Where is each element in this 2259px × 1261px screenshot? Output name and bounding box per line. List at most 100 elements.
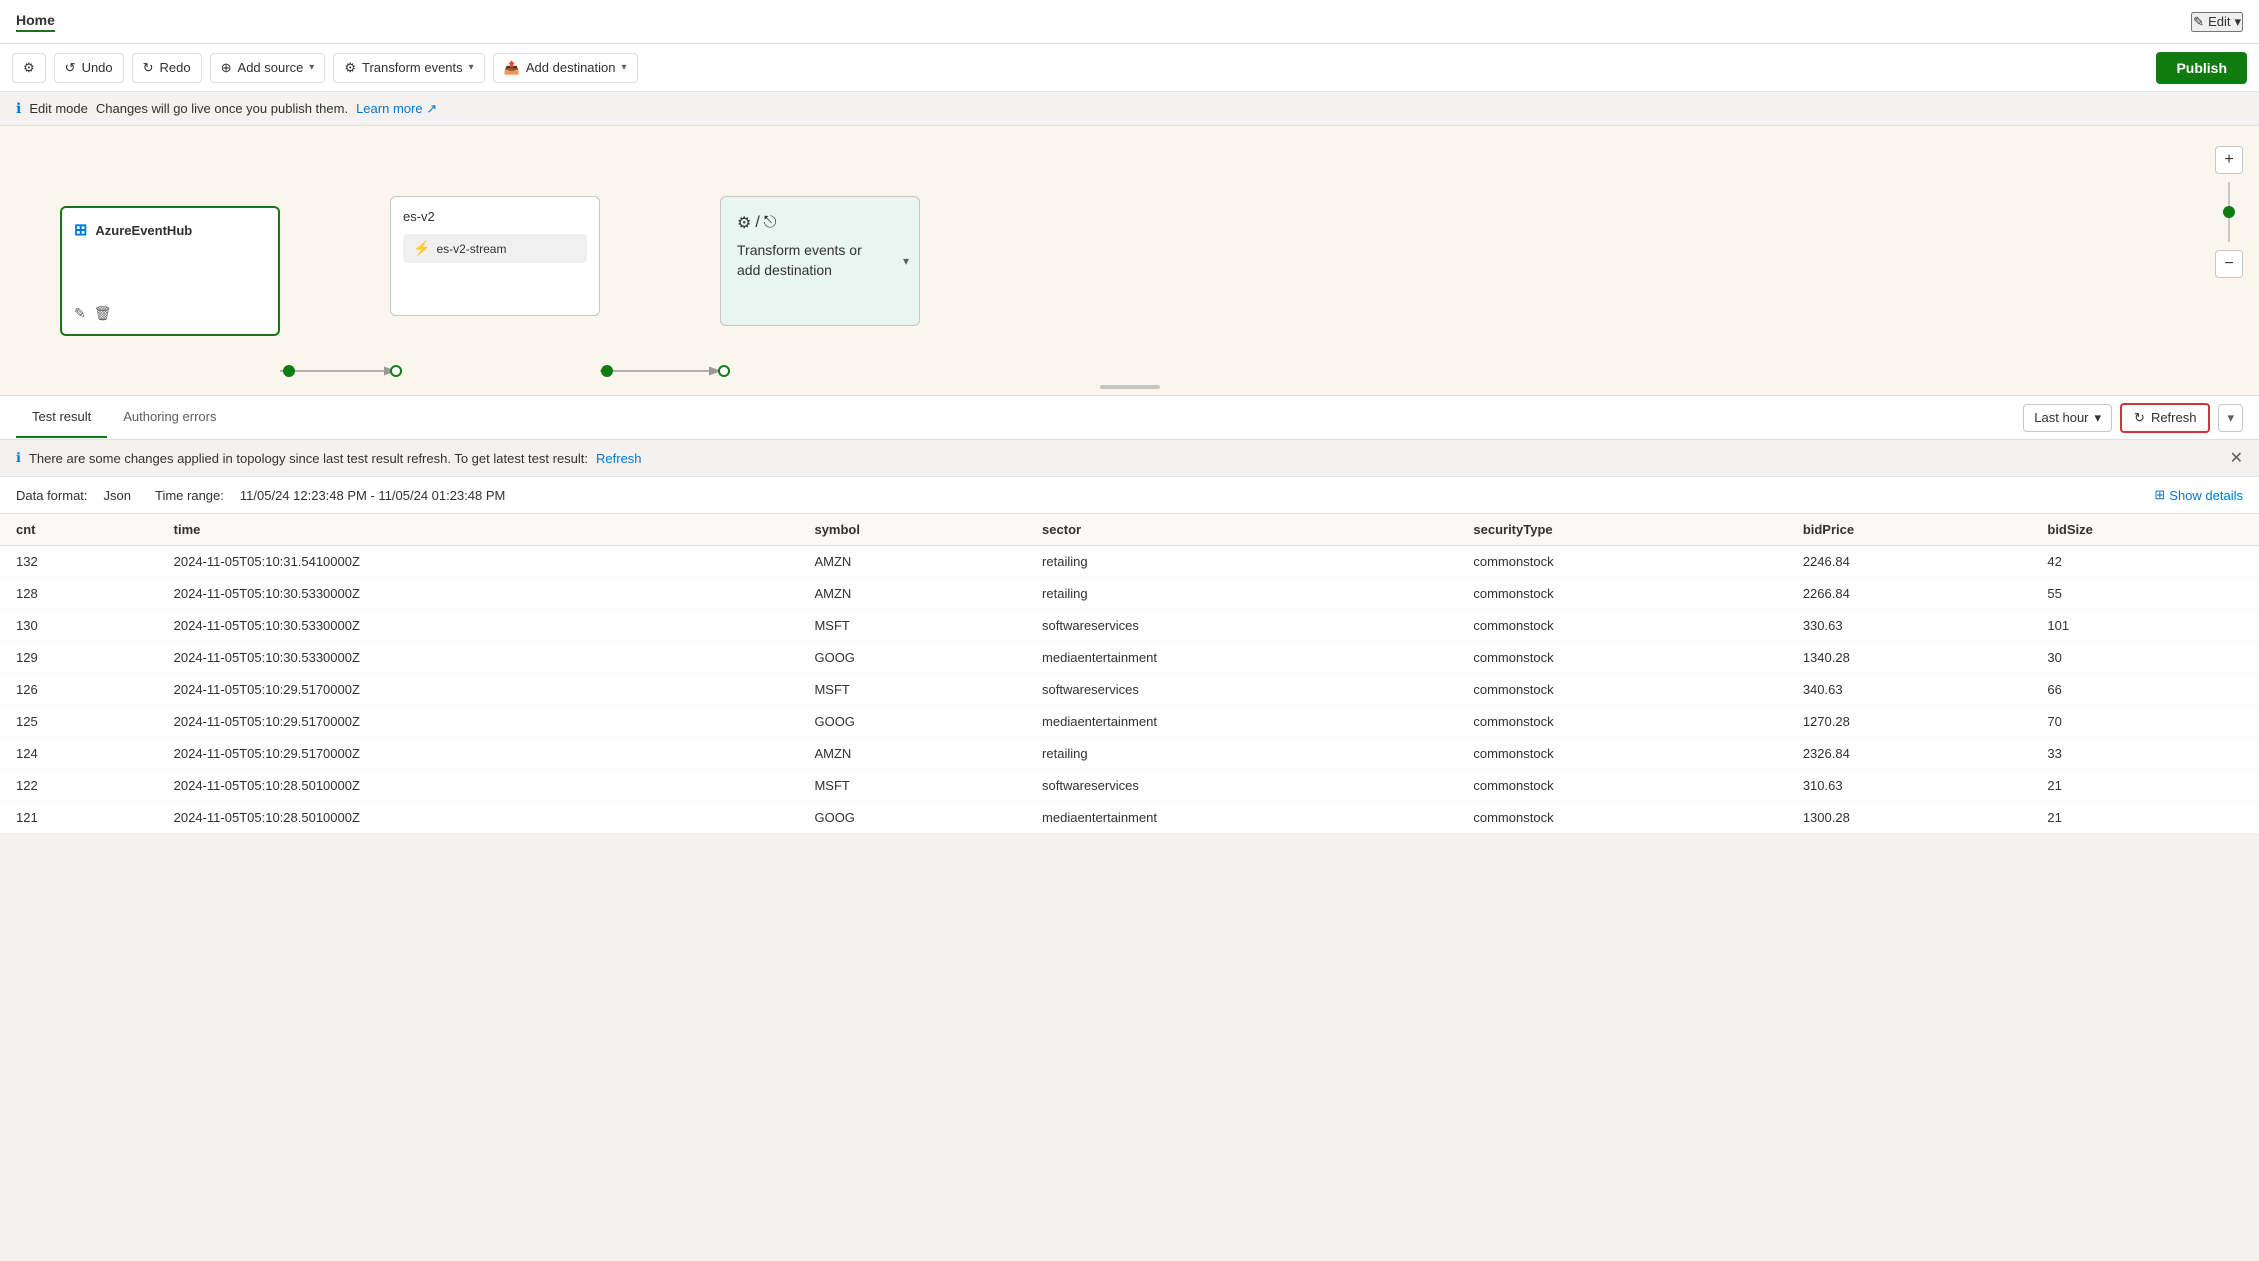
info-bar: ℹ There are some changes applied in topo…: [0, 440, 2259, 477]
time-range-label: Time range:: [155, 488, 224, 503]
add-destination-button[interactable]: 📤 Add destination ▾: [493, 53, 638, 83]
table-cell-symbol: AMZN: [798, 738, 1026, 770]
table-row: 1252024-11-05T05:10:29.5170000ZGOOGmedia…: [0, 706, 2259, 738]
info-bar-close-button[interactable]: ✕: [2230, 448, 2243, 468]
table-cell-bidSize: 33: [2031, 738, 2259, 770]
transform-node-text: Transform events oradd destination: [737, 241, 903, 280]
transform-destination-node[interactable]: ⚙ / ⎋ Transform events oradd destination…: [720, 196, 920, 326]
col-header-symbol: symbol: [798, 514, 1026, 546]
table-row: 1282024-11-05T05:10:30.5330000ZAMZNretai…: [0, 578, 2259, 610]
table-cell-cnt: 121: [0, 802, 158, 834]
table-cell-time: 2024-11-05T05:10:28.5010000Z: [158, 770, 799, 802]
azure-node-title: ⊞ AzureEventHub: [74, 220, 266, 240]
connector-lines: [0, 126, 2259, 395]
settings-button[interactable]: ⚙: [12, 53, 46, 83]
info-bar-message: There are some changes applied in topolo…: [29, 451, 588, 466]
last-hour-dropdown[interactable]: Last hour ▾: [2023, 404, 2112, 432]
table-cell-sector: retailing: [1026, 738, 1457, 770]
edit-node-icon[interactable]: ✎: [74, 305, 86, 322]
table-cell-bidPrice: 340.63: [1787, 674, 2032, 706]
connector-dot-azure-out: [283, 365, 295, 377]
table-cell-symbol: GOOG: [798, 642, 1026, 674]
canvas: ⊞ AzureEventHub ✎ 🗑 es-v2 ⚡ es-v2-stream…: [0, 126, 2259, 396]
last-hour-label: Last hour: [2034, 410, 2088, 425]
add-source-icon: ⊕: [221, 60, 232, 76]
table-cell-time: 2024-11-05T05:10:29.5170000Z: [158, 738, 799, 770]
transform-label: Transform events: [362, 60, 463, 75]
learn-more-link[interactable]: Learn more ↗: [356, 101, 437, 117]
app-title: Home: [16, 12, 55, 32]
table-row: 1302024-11-05T05:10:30.5330000ZMSFTsoftw…: [0, 610, 2259, 642]
tab-authoring-errors[interactable]: Authoring errors: [107, 397, 232, 438]
azure-hub-icon: ⊞: [74, 220, 87, 240]
edit-mode-changes-text: Changes will go live once you publish th…: [96, 101, 348, 116]
table-row: 1322024-11-05T05:10:31.5410000ZAMZNretai…: [0, 546, 2259, 578]
table-row: 1212024-11-05T05:10:28.5010000ZGOOGmedia…: [0, 802, 2259, 834]
expand-chevron-icon: ▾: [2227, 410, 2234, 425]
es-v2-node: es-v2 ⚡ es-v2-stream: [390, 196, 600, 316]
table-cell-cnt: 122: [0, 770, 158, 802]
redo-button[interactable]: ↻ Redo: [132, 53, 202, 83]
transform-icon: ⚙: [344, 60, 356, 76]
table-cell-cnt: 132: [0, 546, 158, 578]
data-format-label: Data format:: [16, 488, 88, 503]
table-cell-time: 2024-11-05T05:10:28.5010000Z: [158, 802, 799, 834]
export-icon: ⎋: [764, 214, 777, 232]
table-cell-sector: mediaentertainment: [1026, 802, 1457, 834]
table-cell-bidSize: 21: [2031, 770, 2259, 802]
show-details-button[interactable]: ⊞ Show details: [2154, 487, 2243, 503]
add-source-button[interactable]: ⊕ Add source ▾: [210, 53, 326, 83]
info-bar-refresh-link[interactable]: Refresh: [596, 451, 642, 466]
table-cell-time: 2024-11-05T05:10:30.5330000Z: [158, 578, 799, 610]
zoom-out-button[interactable]: −: [2215, 250, 2243, 278]
tab-list: Test result Authoring errors: [16, 397, 232, 438]
refresh-label: Refresh: [2151, 410, 2197, 425]
data-meta-row: Data format: Json Time range: 11/05/24 1…: [0, 477, 2259, 514]
table-cell-securityType: commonstock: [1457, 674, 1786, 706]
expand-button[interactable]: ▾: [2218, 404, 2243, 432]
publish-button[interactable]: Publish: [2156, 52, 2247, 84]
show-details-label: Show details: [2169, 488, 2243, 503]
bottom-pane: Test result Authoring errors Last hour ▾…: [0, 396, 2259, 834]
connector-dot-es-out: [601, 365, 613, 377]
delete-node-icon[interactable]: 🗑: [94, 305, 112, 322]
info-icon: ℹ: [16, 100, 21, 117]
tab-test-result[interactable]: Test result: [16, 397, 107, 438]
table-cell-symbol: MSFT: [798, 674, 1026, 706]
edit-mode-banner: ℹ Edit mode Changes will go live once yo…: [0, 92, 2259, 126]
data-table: cnt time symbol sector securityType bidP…: [0, 514, 2259, 834]
table-cell-securityType: commonstock: [1457, 802, 1786, 834]
col-header-bidsize: bidSize: [2031, 514, 2259, 546]
top-bar: Home ✎ Edit ▾: [0, 0, 2259, 44]
toolbar: ⚙ ↺ Undo ↻ Redo ⊕ Add source ▾ ⚙ Transfo…: [0, 44, 2259, 92]
table-cell-bidPrice: 2326.84: [1787, 738, 2032, 770]
es-stream-item[interactable]: ⚡ es-v2-stream: [403, 234, 587, 263]
table-cell-time: 2024-11-05T05:10:29.5170000Z: [158, 674, 799, 706]
zoom-slider-thumb: [2223, 206, 2235, 218]
refresh-button[interactable]: ↻ Refresh: [2120, 403, 2210, 433]
zoom-in-button[interactable]: +: [2215, 146, 2243, 174]
table-cell-bidSize: 101: [2031, 610, 2259, 642]
table-row: 1242024-11-05T05:10:29.5170000ZAMZNretai…: [0, 738, 2259, 770]
stream-label: es-v2-stream: [436, 242, 506, 256]
zoom-controls: + −: [2215, 146, 2243, 278]
transform-node-chevron-icon: ▾: [903, 254, 909, 268]
table-cell-time: 2024-11-05T05:10:29.5170000Z: [158, 706, 799, 738]
transform-events-button[interactable]: ⚙ Transform events ▾: [333, 53, 484, 83]
add-destination-label: Add destination: [526, 60, 616, 75]
table-cell-time: 2024-11-05T05:10:30.5330000Z: [158, 642, 799, 674]
es-node-title: es-v2: [403, 209, 587, 224]
learn-more-external-icon: ↗: [426, 101, 437, 116]
table-cell-bidPrice: 330.63: [1787, 610, 2032, 642]
table-cell-symbol: GOOG: [798, 706, 1026, 738]
table-cell-securityType: commonstock: [1457, 546, 1786, 578]
table-header: cnt time symbol sector securityType bidP…: [0, 514, 2259, 546]
table-cell-sector: softwareservices: [1026, 610, 1457, 642]
edit-button[interactable]: ✎ Edit ▾: [2191, 12, 2243, 32]
table-cell-bidSize: 55: [2031, 578, 2259, 610]
col-header-securitytype: securityType: [1457, 514, 1786, 546]
undo-button[interactable]: ↺ Undo: [54, 53, 124, 83]
tabs-right-controls: Last hour ▾ ↻ Refresh ▾: [2023, 403, 2243, 433]
table-cell-sector: softwareservices: [1026, 770, 1457, 802]
add-source-label: Add source: [238, 60, 304, 75]
